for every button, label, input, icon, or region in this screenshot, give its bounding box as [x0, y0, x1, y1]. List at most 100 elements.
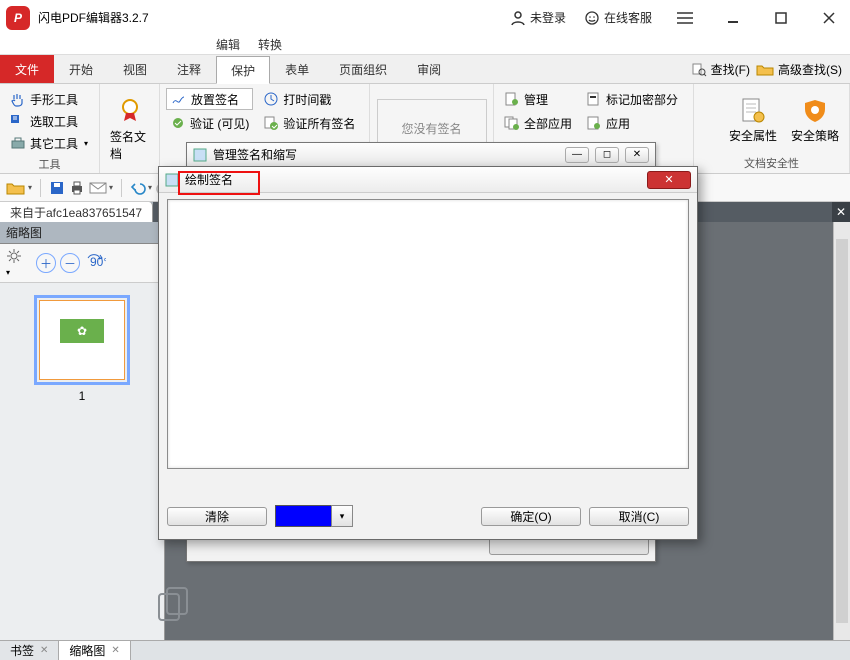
cancel-button[interactable]: 取消(C): [589, 507, 689, 526]
minimize-button[interactable]: [718, 8, 748, 28]
save-button[interactable]: [49, 180, 65, 196]
manage-redaction[interactable]: 管理: [500, 88, 576, 110]
draw-signature-dialog: 绘制签名 ✕ 清除 ▾ 确定(O) 取消(C): [158, 166, 698, 540]
close-icon[interactable]: ✕: [40, 645, 48, 656]
footer-tab-thumbs[interactable]: 缩略图✕: [59, 641, 130, 660]
sign-document[interactable]: 签名文档: [106, 88, 153, 169]
mail-icon: [89, 181, 107, 195]
timestamp[interactable]: 打时间戳: [259, 88, 359, 110]
footer-bookmark-label: 书签: [10, 642, 34, 659]
maximize-button[interactable]: [766, 8, 796, 28]
open-button[interactable]: [6, 180, 26, 196]
verify-label: 验证 (可见): [190, 115, 249, 132]
menu-form[interactable]: 表单: [270, 55, 324, 83]
menu-annotate[interactable]: 注释: [162, 55, 216, 83]
mail-button[interactable]: [89, 181, 107, 195]
zoom-out-thumb[interactable]: －: [60, 253, 80, 273]
dialog1-close[interactable]: ✕: [625, 147, 649, 163]
login-status[interactable]: 未登录: [510, 9, 566, 26]
menu-bar: 文件 开始 视图 注释 保护 表单 页面组织 审阅 查找(F) 高级查找(S): [0, 54, 850, 84]
thumbnails-panel: 缩略图 ▾ ＋ － 90° 1: [0, 222, 165, 640]
color-picker[interactable]: ▾: [275, 505, 353, 527]
ribbon-badge-icon: [115, 96, 145, 126]
other-tools[interactable]: 其它工具▾: [6, 132, 92, 154]
dialog-icon: [165, 173, 179, 187]
document-tab-label: 来自于afc1ea837651547: [10, 204, 142, 221]
menu-review[interactable]: 审阅: [402, 55, 456, 83]
rotate-thumb[interactable]: 90°: [84, 254, 106, 272]
signature-icon: [171, 91, 187, 107]
apply-all-icon: [504, 115, 520, 131]
thumbnail-image-icon: [60, 319, 104, 343]
panel-header: 缩略图: [0, 222, 164, 244]
sec-attr-label: 安全属性: [729, 127, 777, 144]
clock-icon: [263, 91, 279, 107]
subtab-convert[interactable]: 转换: [258, 36, 282, 54]
dialog1-minimize[interactable]: —: [565, 147, 589, 163]
mark-icon: [586, 91, 602, 107]
verify-all[interactable]: 验证所有签名: [259, 112, 359, 134]
panel-options[interactable]: ▾: [6, 248, 22, 278]
menu-view[interactable]: 视图: [108, 55, 162, 83]
online-label: 在线客服: [604, 9, 652, 26]
hand-tool[interactable]: 手形工具: [6, 88, 92, 110]
place-signature[interactable]: 放置签名: [166, 88, 253, 110]
color-swatch: [275, 505, 331, 527]
thumbnail-page-1[interactable]: [34, 295, 130, 385]
apply-all-label: 全部应用: [524, 115, 572, 132]
close-button[interactable]: [814, 8, 844, 28]
highlight-annotation: [178, 171, 260, 195]
verify-icon: [170, 115, 186, 131]
dialog2-close[interactable]: ✕: [647, 171, 691, 189]
mark-encrypt[interactable]: 标记加密部分: [582, 88, 682, 110]
doc-gear-icon: [739, 97, 767, 125]
hamburger-icon[interactable]: [670, 8, 700, 28]
find-button[interactable]: 查找(F): [691, 61, 750, 78]
undo-button[interactable]: [130, 181, 146, 195]
dialog-icon: [193, 148, 207, 162]
security-policy[interactable]: 安全策略: [787, 88, 843, 153]
subtab-edit[interactable]: 编辑: [216, 36, 240, 54]
app-title: 闪电PDF编辑器3.2.7: [38, 9, 149, 26]
mark-label: 标记加密部分: [606, 91, 678, 108]
menu-protect[interactable]: 保护: [216, 56, 270, 84]
document-tab[interactable]: 来自于afc1ea837651547: [0, 202, 153, 222]
copy-pages-icon[interactable]: [155, 586, 191, 626]
menu-organize[interactable]: 页面组织: [324, 55, 402, 83]
signature-canvas[interactable]: [167, 199, 689, 469]
menu-start[interactable]: 开始: [54, 55, 108, 83]
find-label: 查找(F): [711, 61, 750, 78]
menu-file[interactable]: 文件: [0, 55, 54, 83]
verify-visible[interactable]: 验证 (可见): [166, 112, 253, 134]
security-attributes[interactable]: 安全属性: [725, 88, 781, 153]
login-label: 未登录: [530, 9, 566, 26]
sec-policy-label: 安全策略: [791, 127, 839, 144]
zoom-in-thumb[interactable]: ＋: [36, 253, 56, 273]
footer-tab-bookmark[interactable]: 书签 ✕: [0, 641, 59, 660]
app-logo: P: [6, 6, 30, 30]
user-icon: [510, 10, 526, 26]
apply-redaction[interactable]: 应用: [582, 112, 682, 134]
dialog1-maximize[interactable]: ◻: [595, 147, 619, 163]
hand-label: 手形工具: [30, 91, 78, 108]
apply-all[interactable]: 全部应用: [500, 112, 576, 134]
vertical-scrollbar[interactable]: [833, 222, 850, 640]
online-service[interactable]: 在线客服: [584, 9, 652, 26]
select-tool[interactable]: 选取工具: [6, 110, 92, 132]
dialog1-title: 管理签名和缩写: [213, 146, 297, 163]
doc-tabs-close[interactable]: ✕: [832, 202, 850, 222]
verify-all-label: 验证所有签名: [283, 115, 355, 132]
adv-find-button[interactable]: 高级查找(S): [756, 61, 842, 78]
color-dropdown[interactable]: ▾: [331, 505, 353, 527]
clear-button[interactable]: 清除: [167, 507, 267, 526]
rotate-icon: 90°: [84, 254, 106, 272]
footer-tabs: 书签 ✕ 缩略图✕: [0, 640, 850, 660]
group-security-label: 文档安全性: [700, 153, 843, 171]
close-icon[interactable]: ✕: [111, 645, 119, 656]
print-button[interactable]: [69, 180, 85, 196]
manage-label: 管理: [524, 91, 548, 108]
other-label: 其它工具: [30, 135, 78, 152]
undo-icon: [130, 181, 146, 195]
toolbox-icon: [10, 135, 26, 151]
ok-button[interactable]: 确定(O): [481, 507, 581, 526]
